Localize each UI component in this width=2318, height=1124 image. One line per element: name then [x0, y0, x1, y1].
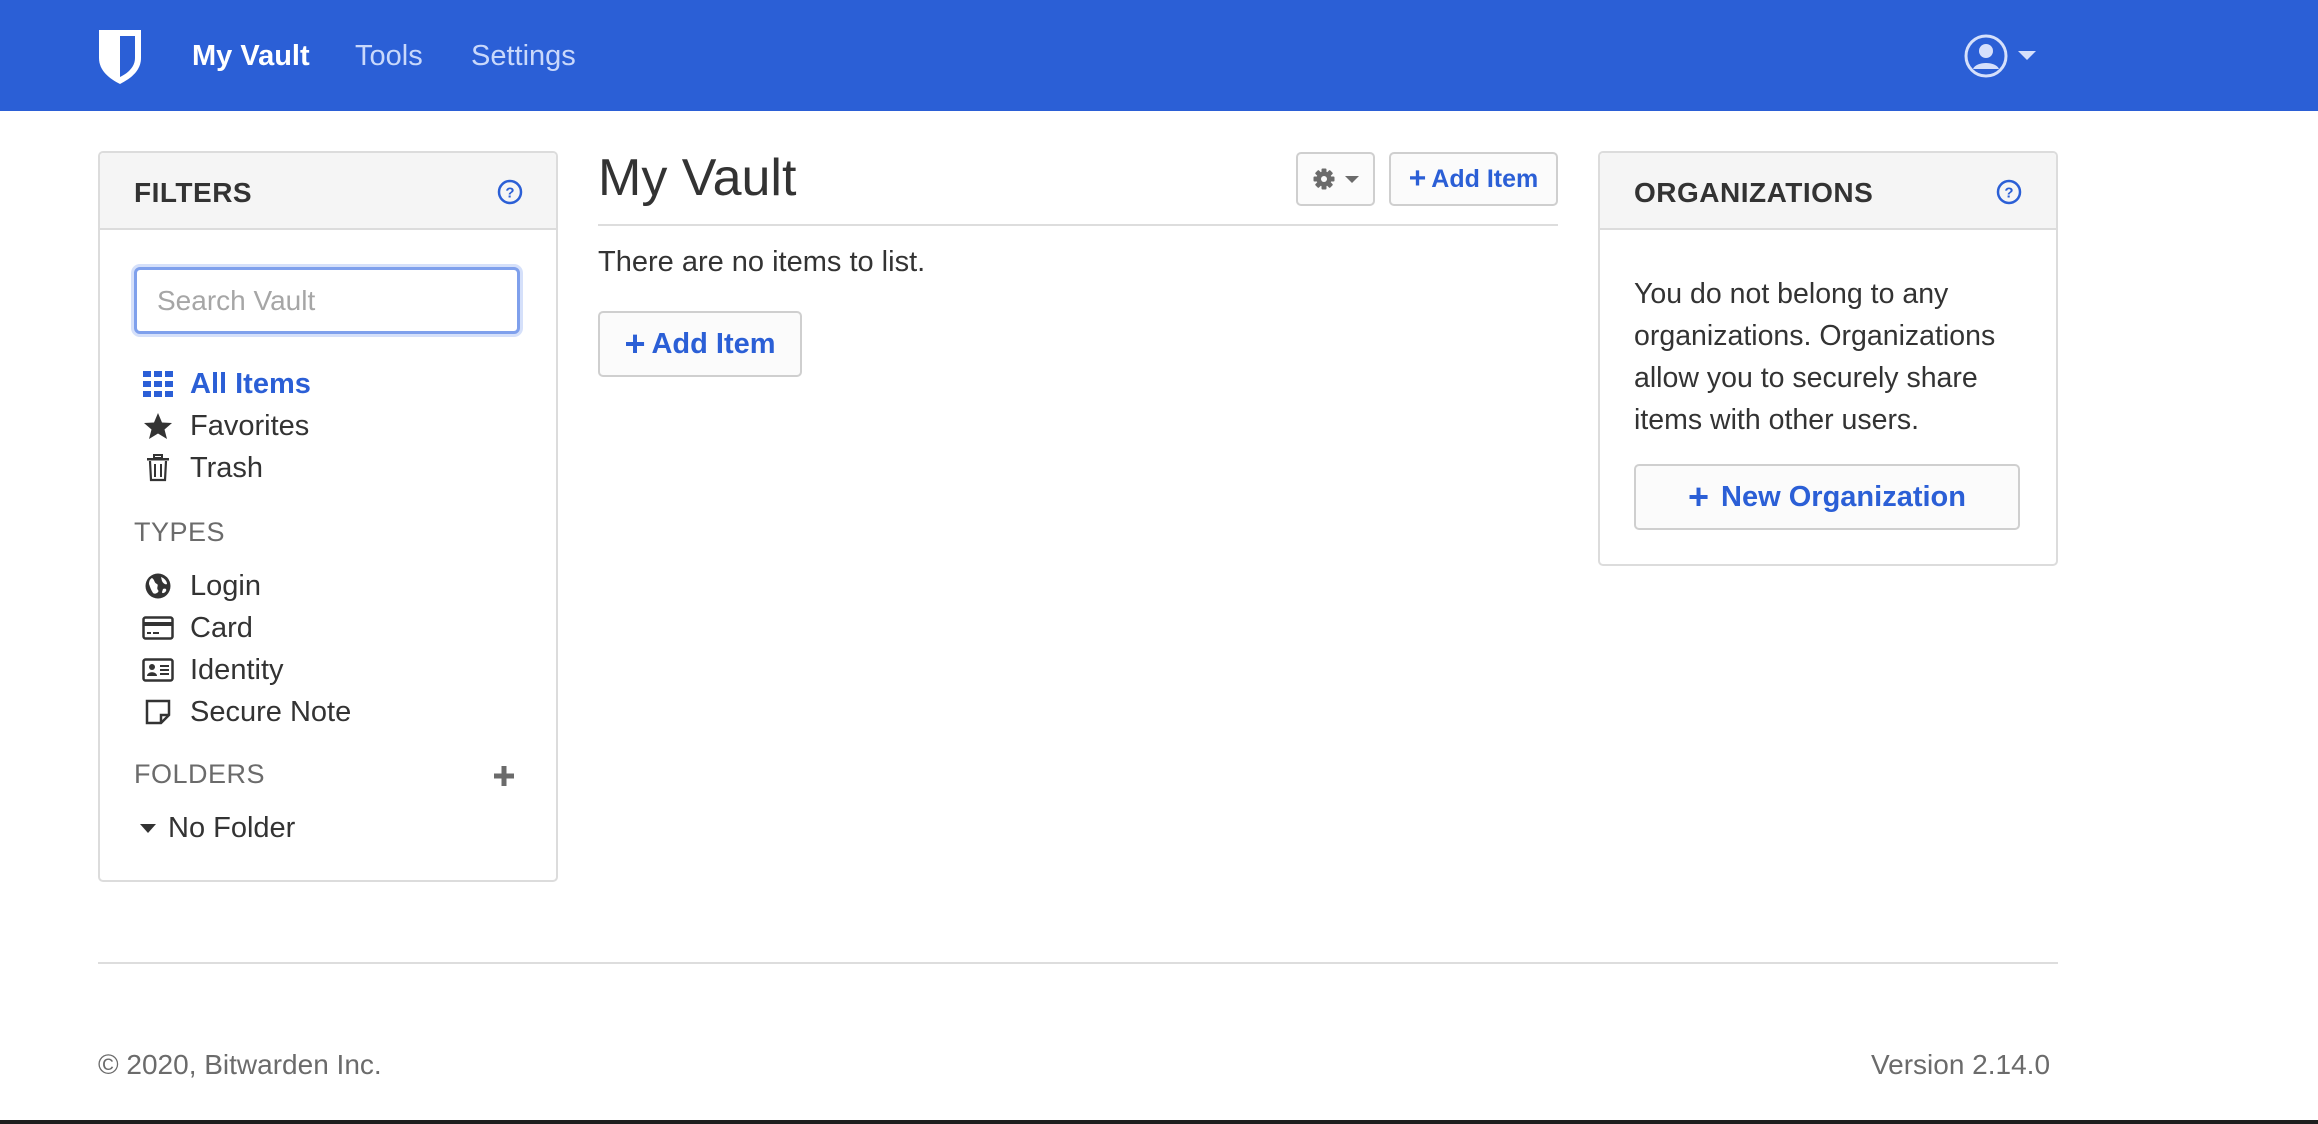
filter-trash[interactable]: Trash [142, 448, 263, 488]
filter-all-items[interactable]: All Items [142, 364, 311, 404]
gear-icon [1313, 168, 1334, 190]
folder-no-folder-label: No Folder [168, 811, 296, 844]
type-login-label: Login [190, 569, 261, 602]
footer-version: Version 2.14.0 [1871, 1049, 2051, 1080]
grid-icon [142, 368, 174, 400]
dropdown-caret-icon [1344, 175, 1359, 183]
plus-icon: + [1688, 476, 1710, 517]
vault-options-button[interactable] [1296, 152, 1375, 206]
empty-add-item-label: Add Item [651, 327, 776, 360]
filter-trash-label: Trash [190, 451, 264, 484]
help-icon[interactable]: ? [497, 179, 523, 205]
type-card[interactable]: Card [142, 608, 253, 648]
filters-title: FILTERS [134, 177, 253, 208]
search-vault-input[interactable] [134, 267, 520, 334]
svg-text:?: ? [505, 185, 514, 202]
type-login[interactable]: Login [142, 566, 261, 606]
caret-down-icon[interactable] [138, 818, 158, 838]
nav-settings[interactable]: Settings [471, 36, 576, 76]
page-title: My Vault [598, 149, 797, 207]
types-heading: TYPES [134, 517, 226, 547]
nav-my-vault[interactable]: My Vault [192, 36, 310, 76]
type-secure-note[interactable]: Secure Note [142, 692, 351, 732]
empty-add-item-button[interactable]: + Add Item [598, 311, 802, 377]
filter-favorites[interactable]: Favorites [142, 406, 309, 446]
window-bottom-edge [0, 1120, 2318, 1124]
footer-copyright: © 2020, Bitwarden Inc. [98, 1049, 382, 1080]
star-icon [142, 410, 174, 442]
organizations-description: You do not belong to any organizations. … [1634, 278, 1996, 436]
sticky-note-icon [142, 696, 174, 728]
footer-divider [98, 962, 2058, 964]
organizations-header: ORGANIZATIONS ? [1600, 153, 2056, 230]
type-identity-label: Identity [190, 653, 284, 686]
type-identity[interactable]: Identity [142, 650, 284, 690]
bitwarden-shield-icon[interactable] [96, 28, 144, 86]
credit-card-icon [142, 612, 174, 644]
new-organization-label: New Organization [1721, 480, 1966, 513]
top-navbar: My Vault Tools Settings [0, 0, 2318, 111]
filter-all-items-label: All Items [190, 367, 311, 400]
add-item-button[interactable]: + Add Item [1389, 152, 1558, 206]
type-card-label: Card [190, 611, 253, 644]
filters-header: FILTERS ? [100, 153, 556, 230]
user-circle-icon[interactable] [1964, 34, 2008, 78]
svg-text:?: ? [2004, 185, 2013, 202]
plus-icon: + [1408, 162, 1427, 195]
add-folder-icon[interactable] [492, 764, 516, 788]
filter-favorites-label: Favorites [190, 409, 310, 442]
nav-tools[interactable]: Tools [355, 36, 423, 76]
folders-heading: FOLDERS [134, 759, 266, 789]
organizations-card: ORGANIZATIONS ? You do not belong to any… [1598, 151, 2058, 566]
title-divider [598, 224, 1558, 226]
id-card-icon [142, 654, 174, 686]
organizations-title: ORGANIZATIONS [1634, 177, 1874, 208]
account-caret-icon[interactable] [2018, 51, 2036, 60]
filters-card: FILTERS ? All Items Favorites [98, 151, 558, 882]
new-organization-button[interactable]: + New Organization [1634, 464, 2020, 530]
globe-icon [142, 570, 174, 602]
add-item-button-label: Add Item [1431, 164, 1539, 193]
empty-state-text: There are no items to list. [598, 246, 926, 278]
help-icon[interactable]: ? [1996, 179, 2022, 205]
folder-no-folder[interactable]: No Folder [138, 808, 295, 848]
plus-icon: + [624, 323, 646, 364]
trash-icon [142, 452, 174, 484]
type-secure-note-label: Secure Note [190, 695, 352, 728]
